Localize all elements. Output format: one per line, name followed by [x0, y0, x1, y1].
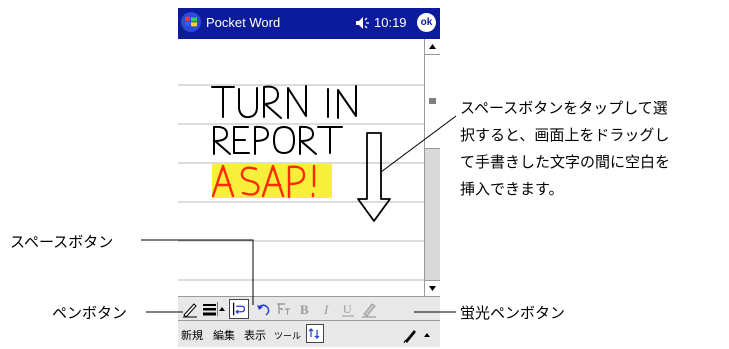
space-button-callout: スペースボタン [10, 233, 114, 251]
description-line-2: 択すると、画面上をドラッグし [460, 126, 670, 144]
pen-button-callout: ペンボタン [52, 304, 128, 322]
description-line-3: て手書きした文字の間に空白を [460, 153, 671, 171]
highlight-pen-button-callout: 蛍光ペンボタン [460, 304, 566, 322]
space-button-description: スペースボタンをタップして選 択すると、画面上をドラッグし て手書きした文字の間… [460, 95, 670, 203]
description-line-4: 挿入できます。 [460, 180, 564, 198]
description-line-1: スペースボタンをタップして選 [460, 99, 668, 117]
